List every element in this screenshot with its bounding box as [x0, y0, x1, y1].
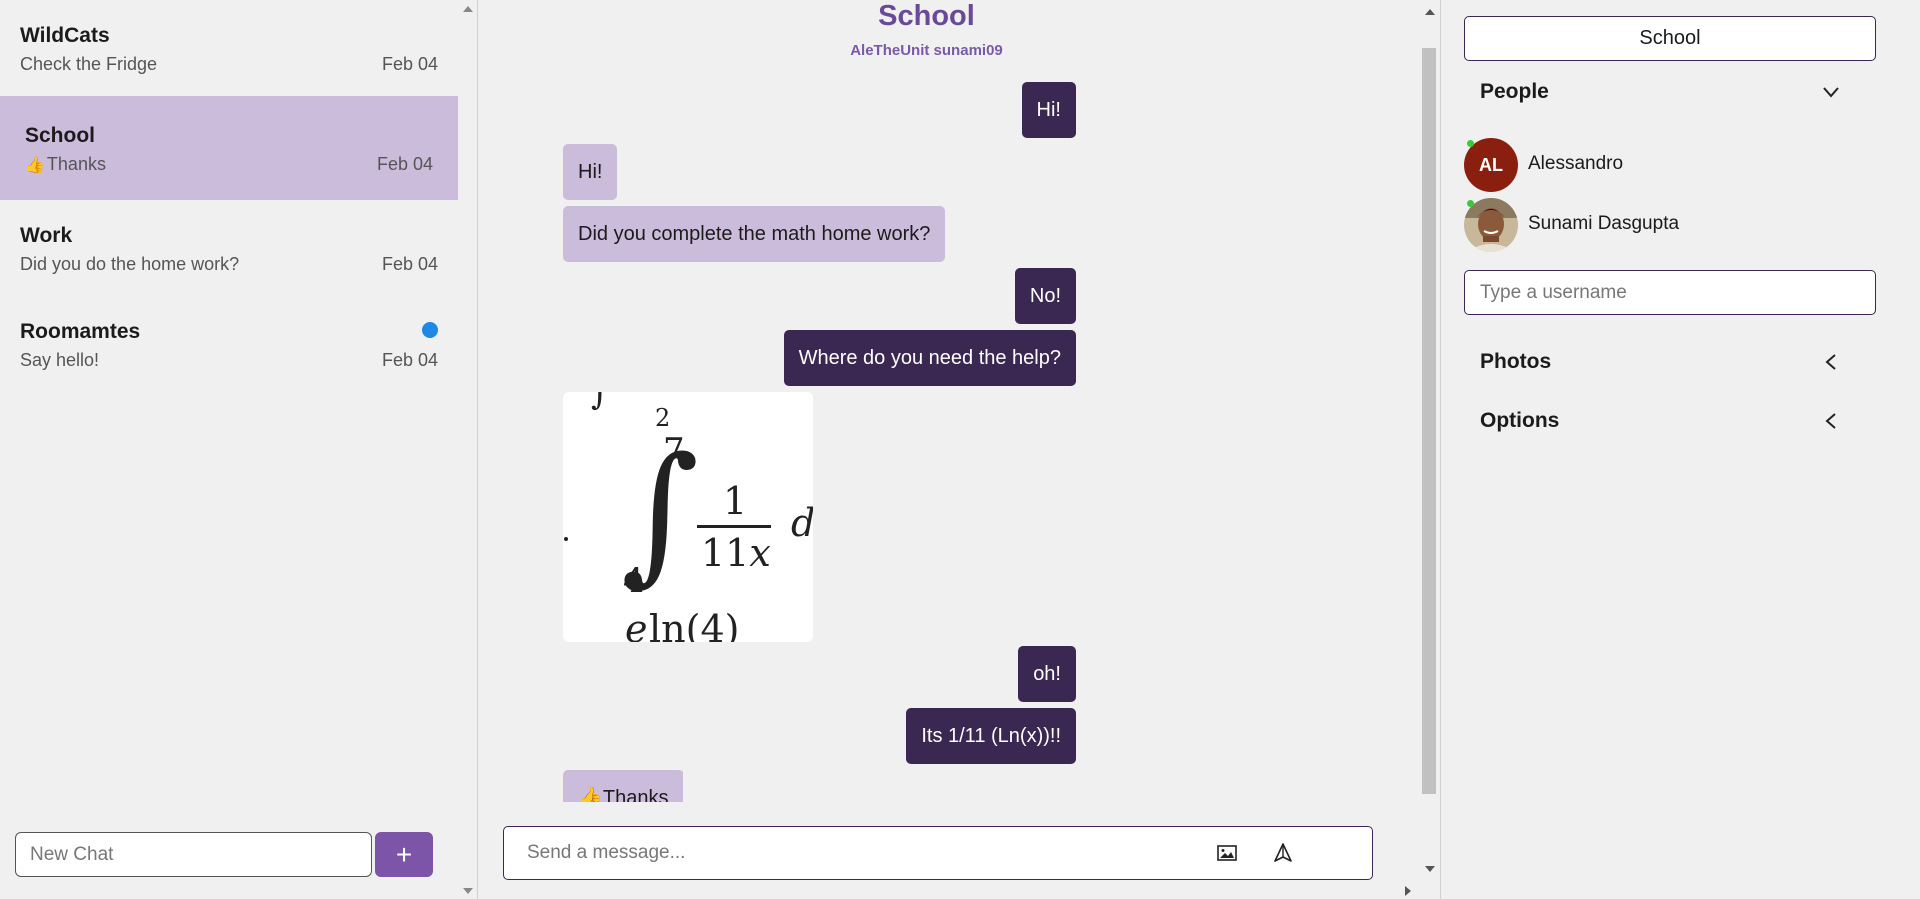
people-section-header[interactable]: People — [1480, 80, 1549, 104]
chevron-down-icon[interactable] — [1821, 82, 1841, 102]
chevron-left-icon[interactable] — [1821, 411, 1841, 431]
unread-dot — [422, 322, 438, 338]
message-input[interactable] — [505, 828, 1195, 878]
chat-date: Feb 04 — [381, 350, 438, 370]
chat-preview: Did you do the home work? — [20, 254, 240, 274]
chat-name: WildCats — [20, 24, 110, 47]
person-alessandro[interactable]: AL Alessandro — [1464, 138, 1864, 194]
chevron-left-icon[interactable] — [1821, 352, 1841, 372]
message-bubble-incoming: Hi! — [563, 144, 618, 200]
chat-preview: Thanks — [46, 154, 106, 174]
chat-name: Work — [20, 224, 73, 247]
message-bubble-incoming: Did you complete the math home work? — [563, 206, 946, 262]
chat-title: School — [878, 0, 975, 32]
chat-preview: Check the Fridge — [20, 54, 158, 74]
message-bubble-outgoing: Hi! — [1021, 82, 1076, 138]
svg-text:4: 4 — [623, 561, 645, 601]
chat-name: School — [25, 124, 96, 147]
message-composer — [503, 826, 1373, 880]
person-name: Sunami Dasgupta — [1528, 213, 1680, 234]
svg-text:d: d — [791, 501, 813, 545]
message-bubble-outgoing: Where do you need the help? — [783, 330, 1076, 386]
svg-text:11x: 11x — [701, 531, 771, 575]
chat-scrollbar-thumb[interactable] — [1422, 48, 1436, 794]
message-bubble-outgoing: oh! — [1018, 646, 1076, 702]
message-bubble-outgoing: No! — [1014, 268, 1076, 324]
svg-text:7: 7 — [663, 431, 685, 471]
thumbs-up-icon: 👍 — [578, 787, 603, 802]
svg-text:1: 1 — [723, 479, 747, 523]
scroll-down-arrow[interactable] — [1425, 866, 1435, 872]
new-chat-input[interactable] — [15, 832, 372, 877]
sidebar-scroll-down-arrow[interactable] — [463, 888, 473, 894]
chat-item-work[interactable]: Work Did you do the home work? Feb 04 — [0, 200, 458, 296]
chat-preview: Say hello! — [20, 350, 100, 370]
add-username-input[interactable] — [1464, 270, 1876, 315]
chat-details-panel: School People AL Alessandro Sunami Dasgu… — [1440, 0, 1920, 899]
message-bubble-incoming: 👍Thanks — [563, 770, 683, 802]
thumbs-up-icon: 👍 — [25, 157, 45, 174]
person-sunami-dasgupta[interactable]: Sunami Dasgupta — [1464, 198, 1864, 254]
person-name: Alessandro — [1528, 153, 1624, 174]
scroll-up-arrow[interactable] — [1425, 9, 1435, 15]
math-integral-image: ∫ 2 ∫ 7 4 1 11x d e ln(4) — [564, 392, 813, 642]
send-icon[interactable] — [1272, 842, 1294, 864]
chat-members: AleTheUnit sunami09 — [850, 42, 1003, 59]
chat-sidebar: WildCats Check the Fridge Feb 04 School … — [0, 0, 478, 899]
chat-date: Feb 04 — [381, 54, 438, 74]
message-image-math[interactable]: ∫ 2 ∫ 7 4 1 11x d e ln(4) — [563, 392, 813, 642]
online-indicator — [1467, 140, 1474, 147]
online-indicator — [1467, 200, 1474, 207]
message-clip: 👍Thanks — [563, 770, 683, 802]
chat-item-roomamtes[interactable]: Roomamtes Say hello! Feb 04 — [0, 296, 458, 392]
chat-date: Feb 04 — [376, 154, 433, 174]
chat-item-wildcats[interactable]: WildCats Check the Fridge Feb 04 — [0, 0, 458, 96]
chat-preview-wrapper: 👍 Thanks — [25, 154, 106, 175]
svg-text:e: e — [625, 607, 648, 642]
message-text: Thanks — [602, 787, 669, 802]
chat-date: Feb 04 — [381, 254, 438, 274]
options-section-header[interactable]: Options — [1480, 409, 1559, 433]
image-icon[interactable] — [1216, 843, 1238, 863]
chat-name: Roomamtes — [20, 320, 141, 343]
photos-section-header[interactable]: Photos — [1480, 350, 1551, 374]
message-bubble-outgoing: Its 1/11 (Ln(x))!! — [906, 708, 1076, 764]
chat-list: WildCats Check the Fridge Feb 04 School … — [0, 0, 458, 392]
sidebar-scroll-up-arrow[interactable] — [463, 6, 473, 12]
chat-item-school[interactable]: School 👍 Thanks Feb 04 — [0, 96, 458, 200]
group-name-field[interactable]: School — [1464, 16, 1876, 61]
chat-main: School AleTheUnit sunami09 Hi! Hi! Did y… — [479, 0, 1439, 899]
svg-text:ln(4): ln(4) — [649, 607, 739, 642]
scroll-right-arrow[interactable] — [1405, 886, 1411, 896]
add-chat-button[interactable]: + — [375, 832, 433, 877]
svg-text:∫: ∫ — [591, 392, 609, 413]
